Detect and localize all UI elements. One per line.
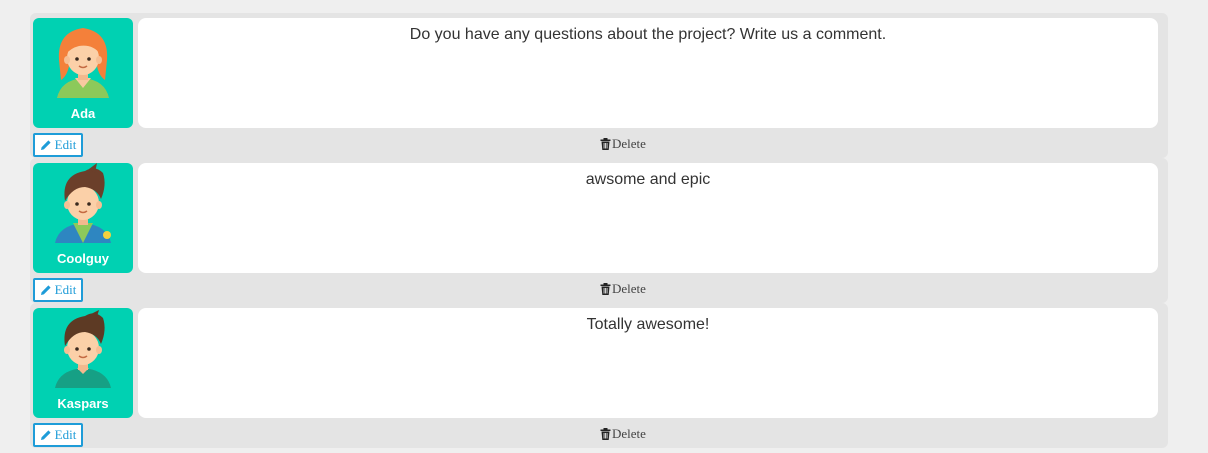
username: Ada	[70, 106, 96, 121]
pencil-icon	[40, 285, 51, 295]
delete-label: Delete	[612, 426, 646, 441]
delete-button[interactable]: Delete	[600, 426, 646, 442]
comment-body: awsome and epic	[138, 163, 1158, 273]
girl-avatar-icon	[57, 28, 109, 98]
edit-label: Edit	[54, 427, 77, 442]
delete-label: Delete	[612, 281, 646, 296]
comment-list: Ada Do you have any questions about the …	[0, 0, 1208, 453]
edit-label: Edit	[54, 137, 77, 152]
comment-text: Do you have any questions about the proj…	[409, 26, 887, 43]
delete-button[interactable]: Delete	[600, 281, 646, 297]
boy-avatar-icon	[55, 310, 111, 388]
pencil-icon	[40, 430, 51, 440]
comment-body: Totally awesome!	[138, 308, 1158, 418]
comment-text: awsome and epic	[585, 171, 711, 188]
comment-item: Coolguy awsome and epic Edit Delete	[30, 158, 1168, 303]
avatar: Coolguy	[33, 163, 133, 273]
edit-label: Edit	[54, 282, 77, 297]
delete-label: Delete	[612, 136, 646, 151]
delete-button[interactable]: Delete	[600, 136, 646, 152]
trash-icon	[600, 283, 611, 295]
avatar: Ada	[33, 18, 133, 128]
avatar: Kaspars	[33, 308, 133, 418]
comment-text: Totally awesome!	[586, 316, 710, 333]
username: Kaspars	[57, 396, 109, 411]
edit-button[interactable]: Edit	[33, 423, 83, 447]
username: Coolguy	[57, 251, 109, 266]
edit-button[interactable]: Edit	[33, 133, 83, 157]
boy-jacket-avatar-icon	[55, 163, 111, 243]
edit-button[interactable]: Edit	[33, 278, 83, 302]
pencil-icon	[40, 140, 51, 150]
trash-icon	[600, 138, 611, 150]
trash-icon	[600, 428, 611, 440]
comment-body: Do you have any questions about the proj…	[138, 18, 1158, 128]
comment-item: Kaspars Totally awesome! Edit Delete	[30, 303, 1168, 448]
comment-item: Ada Do you have any questions about the …	[30, 13, 1168, 158]
